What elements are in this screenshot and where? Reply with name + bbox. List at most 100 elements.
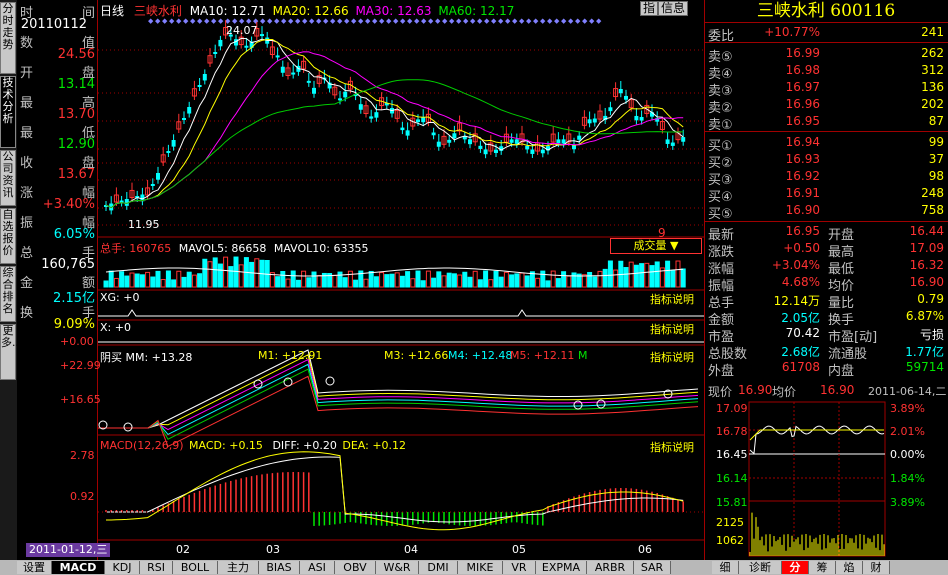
tab-company-info[interactable]: 公司资讯 (0, 150, 16, 206)
tab-wr[interactable]: W&R (376, 561, 419, 574)
quote-panel: 三峡水利 600116 委比 +10.77% 241 卖⑤ 16.99 262 卖④ 1… (704, 0, 948, 575)
candle-body (374, 112, 379, 118)
tab-mike[interactable]: MIKE (458, 561, 503, 574)
event-marker: ◆ (393, 17, 399, 25)
volume-bar (119, 271, 125, 288)
volume-bar (337, 271, 343, 288)
volume-bar (280, 271, 286, 288)
volume-bar (509, 274, 515, 288)
candle-body (405, 130, 410, 136)
tab-macd[interactable]: MACD (52, 561, 105, 574)
tab-sar[interactable]: SAR (634, 561, 671, 574)
candle-body (312, 87, 316, 94)
volume-bar (311, 271, 317, 288)
volume-bar (540, 270, 546, 288)
event-marker: ◆ (365, 17, 371, 25)
event-marker: ◆ (414, 17, 420, 25)
volume-dropdown[interactable]: 成交量 ▼ (610, 238, 702, 254)
info-value-7: 6.05% (53, 227, 95, 242)
event-marker: ◆ (491, 17, 497, 25)
volume-bar (649, 265, 655, 288)
candle-body (587, 119, 592, 124)
tab-boll[interactable]: BOLL (173, 561, 218, 574)
event-marker: ◆ (176, 17, 182, 25)
buy-curve (98, 363, 699, 436)
tab-settings[interactable]: 设置 (17, 561, 52, 574)
month-label: 02 (176, 543, 190, 556)
info-value-2: 13.14 (57, 77, 95, 92)
stat-row: 振幅 4.68% 均价 16.90 (708, 275, 944, 294)
volume-bar (415, 270, 421, 288)
candle-body (478, 145, 483, 149)
event-marker: ◆ (547, 17, 553, 25)
event-marker: ◆ (456, 17, 462, 25)
tab-arbr[interactable]: ARBR (587, 561, 634, 574)
event-marker: ◆ (533, 17, 539, 25)
help-link-xg[interactable]: 指标说明 (650, 291, 694, 307)
tab-obv[interactable]: OBV (335, 561, 376, 574)
volume-bar (363, 278, 369, 288)
ask-row: 卖② 16.96 202 (708, 97, 944, 116)
tab-dmi[interactable]: DMI (419, 561, 458, 574)
tab-flame[interactable]: 焰 (836, 561, 863, 574)
candle-body (494, 149, 498, 153)
candle-body (530, 149, 535, 154)
event-marker: ◆ (218, 17, 224, 25)
stat-row: 市盈 70.42 市盈[动] 亏损 (708, 326, 944, 345)
tab-finance[interactable]: 财 (863, 561, 890, 574)
volume-bar (103, 280, 109, 288)
tab-bias[interactable]: BIAS (259, 561, 300, 574)
tab-rsi[interactable]: RSI (140, 561, 173, 574)
candle-body (618, 89, 623, 94)
help-link-buy[interactable]: 指标说明 (650, 349, 694, 365)
volume-bar (373, 276, 379, 288)
tab-watchlist[interactable]: 自选报价 (0, 208, 16, 264)
candle-body (634, 115, 639, 121)
volume-bar (249, 261, 255, 288)
candle-body (452, 133, 457, 139)
tab-main-force[interactable]: 主力 (218, 561, 259, 574)
event-marker: ◆ (274, 17, 280, 25)
stat-row: 金额 2.05亿 换手 6.87% (708, 309, 944, 328)
candle-body (150, 184, 155, 186)
tab-asi[interactable]: ASI (300, 561, 335, 574)
candle-body (556, 139, 561, 144)
candle-body (436, 141, 441, 147)
volume-bar (139, 274, 145, 288)
candle-body (218, 39, 223, 47)
tab-intraday[interactable]: 分时走势 (0, 2, 16, 74)
volume-bar (155, 270, 161, 288)
price-high-annotation: 24.07 (226, 24, 258, 37)
candle-body (483, 149, 488, 155)
tab-detail[interactable]: 细 (712, 561, 739, 574)
macd-axis-high: 2.78 (70, 449, 95, 462)
tab-ranking[interactable]: 综合排名 (0, 266, 16, 322)
event-marker: ◆ (498, 17, 504, 25)
candle-body (202, 74, 207, 81)
tab-more[interactable]: 更多... (0, 324, 23, 380)
event-marker: ◆ (190, 17, 196, 25)
volume-bar (597, 270, 603, 288)
help-link-x[interactable]: 指标说明 (650, 321, 694, 337)
xg-line (98, 309, 704, 317)
volume-bar (587, 271, 593, 288)
volume-bar (514, 273, 520, 288)
tab-technical[interactable]: 技术分析 (0, 76, 16, 148)
help-link-macd[interactable]: 指标说明 (650, 439, 694, 455)
tab-expma[interactable]: EXPMA (536, 561, 587, 574)
kline-chart-area[interactable]: 日线 三峡水利 MA10: 12.71 MA20: 12.66 MA30: 12… (60, 0, 705, 560)
buy-signal-marker (123, 422, 133, 432)
event-marker: ◆ (505, 17, 511, 25)
tab-chips[interactable]: 筹 (809, 561, 836, 574)
tab-minute[interactable]: 分 (782, 561, 809, 574)
tab-vr[interactable]: VR (503, 561, 536, 574)
candle-body (421, 117, 426, 123)
tab-diagnosis[interactable]: 诊断 (739, 561, 782, 574)
tab-kdj[interactable]: KDJ (105, 561, 140, 574)
candle-body (561, 139, 566, 144)
volume-bar (399, 275, 405, 288)
stat-row: 涨跌 +0.50 最高 17.09 (708, 241, 944, 260)
event-marker: ◆ (470, 17, 476, 25)
bid-row: 买⑤ 16.90 758 (708, 203, 944, 222)
candle-body (260, 34, 264, 37)
